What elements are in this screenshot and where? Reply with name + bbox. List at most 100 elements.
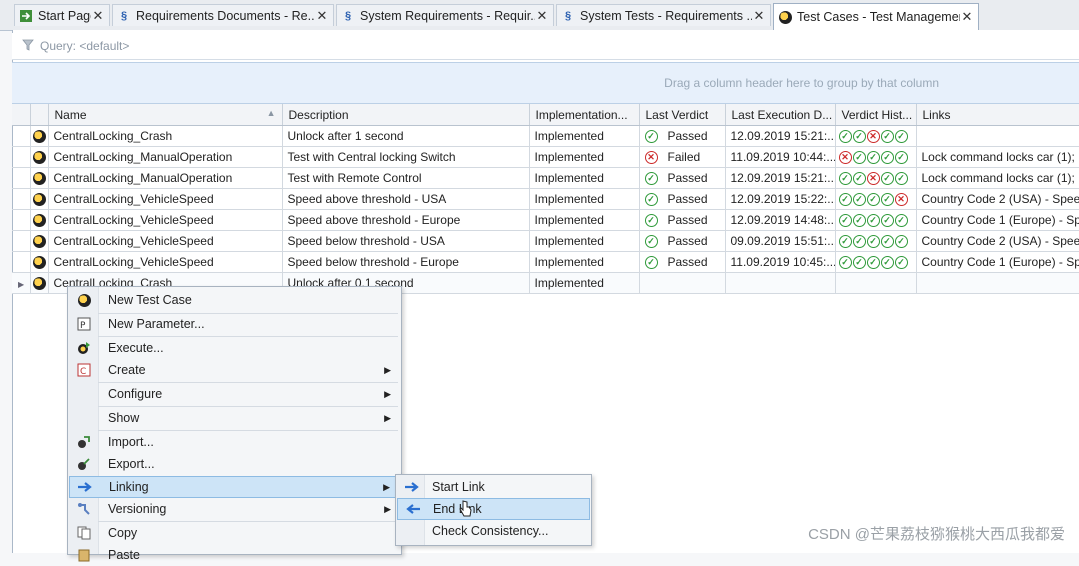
close-icon[interactable]: ✕ (91, 8, 105, 24)
row-selector[interactable] (12, 230, 31, 252)
table-row[interactable]: CentralLocking_ManualOperation Test with … (12, 167, 1079, 189)
row-selector[interactable] (12, 188, 31, 210)
cell-last-verdict[interactable]: ✓ Passed (639, 188, 726, 210)
column-header-verdict-history[interactable]: Verdict Hist... (835, 104, 917, 126)
row-selector[interactable] (12, 146, 31, 168)
menu-item-copy[interactable]: Copy (69, 522, 400, 544)
menu-item-configure[interactable]: Configure ▶ (69, 383, 400, 405)
cell-description[interactable]: Test with Central locking Switch (282, 146, 530, 168)
query-bar[interactable]: Query: <default> (12, 33, 1079, 60)
cell-implementation[interactable]: Implemented (529, 209, 640, 231)
cell-last-execution[interactable]: 12.09.2019 15:21:... (725, 167, 836, 189)
row-selector[interactable] (12, 209, 31, 231)
cell-description[interactable]: Speed below threshold - USA (282, 230, 530, 252)
cell-links[interactable]: Country Code 1 (Europe) - Spe (916, 209, 1079, 231)
table-row[interactable]: CentralLocking_ManualOperation Test with … (12, 146, 1079, 168)
cell-verdict-history[interactable]: ✓ ✓ ✕ ✓ ✓ (835, 125, 917, 147)
cell-verdict-history[interactable] (835, 272, 917, 294)
table-row[interactable]: CentralLocking_Crash Unlock after 1 secon… (12, 125, 1079, 147)
cell-last-execution[interactable]: 12.09.2019 15:21:... (725, 125, 836, 147)
menu-item-create[interactable]: C Create ▶ (69, 359, 400, 381)
cell-links[interactable]: Lock command locks car (1); U (916, 167, 1079, 189)
tab-test-cases[interactable]: Test Cases - Test Management ✕ (773, 3, 979, 30)
cell-implementation[interactable]: Implemented (529, 188, 640, 210)
menu-item-check-consistency[interactable]: Check Consistency... (397, 520, 590, 542)
close-icon[interactable]: ✕ (535, 8, 549, 24)
cell-last-execution[interactable]: 11.09.2019 10:44:... (725, 146, 836, 168)
column-header-last-execution[interactable]: Last Execution D... (725, 104, 836, 126)
table-row[interactable]: CentralLocking_VehicleSpeed Speed below t… (12, 251, 1079, 273)
menu-item-new-test-case[interactable]: New Test Case (69, 289, 400, 311)
cell-name[interactable]: CentralLocking_VehicleSpeed (48, 251, 283, 273)
close-icon[interactable]: ✕ (960, 9, 974, 25)
cell-verdict-history[interactable]: ✓ ✓ ✕ ✓ ✓ (835, 167, 917, 189)
cell-last-verdict[interactable]: ✓ Passed (639, 125, 726, 147)
menu-item-show[interactable]: Show ▶ (69, 407, 400, 429)
cell-description[interactable]: Unlock after 1 second (282, 125, 530, 147)
cell-links[interactable]: Country Code 1 (Europe) - Spe (916, 251, 1079, 273)
cell-links[interactable] (916, 272, 1079, 294)
menu-item-linking[interactable]: Linking ▶ (69, 476, 400, 498)
tab-start-page[interactable]: Start Page ✕ (14, 4, 110, 26)
column-header-name[interactable]: Name ▲ (48, 104, 283, 126)
cell-last-verdict[interactable]: ✓ Passed (639, 167, 726, 189)
tab-system-tests[interactable]: § System Tests - Requirements ... ✕ (556, 4, 771, 26)
cell-implementation[interactable]: Implemented (529, 167, 640, 189)
cell-last-verdict[interactable] (639, 272, 726, 294)
cell-last-verdict[interactable]: ✓ Passed (639, 251, 726, 273)
cell-verdict-history[interactable]: ✓ ✓ ✓ ✓ ✓ (835, 209, 917, 231)
row-selector[interactable] (12, 125, 31, 147)
cell-last-execution[interactable]: 12.09.2019 15:22:... (725, 188, 836, 210)
tab-requirements-documents[interactable]: § Requirements Documents - Re... ✕ (112, 4, 334, 26)
column-header-description[interactable]: Description (282, 104, 530, 126)
menu-item-new-parameter[interactable]: P New Parameter... (69, 313, 400, 335)
menu-item-export[interactable]: Export... (69, 453, 400, 475)
cell-description[interactable]: Test with Remote Control (282, 167, 530, 189)
row-selector[interactable] (12, 167, 31, 189)
cell-last-execution[interactable]: 09.09.2019 15:51:... (725, 230, 836, 252)
cell-description[interactable]: Speed above threshold - Europe (282, 209, 530, 231)
cell-last-execution[interactable]: 12.09.2019 14:48:... (725, 209, 836, 231)
menu-item-paste[interactable]: Paste (69, 544, 400, 566)
cell-last-execution[interactable] (725, 272, 836, 294)
menu-item-start-link[interactable]: Start Link (397, 476, 590, 498)
cell-last-execution[interactable]: 11.09.2019 10:45:... (725, 251, 836, 273)
column-header-implementation[interactable]: Implementation... (529, 104, 640, 126)
cell-name[interactable]: CentralLocking_VehicleSpeed (48, 230, 283, 252)
cell-implementation[interactable]: Implemented (529, 230, 640, 252)
column-header-links[interactable]: Links (916, 104, 1079, 126)
cell-name[interactable]: CentralLocking_ManualOperation (48, 167, 283, 189)
menu-item-import[interactable]: Import... (69, 431, 400, 453)
cell-links[interactable]: Country Code 2 (USA) - Speed (916, 230, 1079, 252)
group-by-bar[interactable]: Drag a column header here to group by th… (12, 62, 1079, 104)
table-row[interactable]: CentralLocking_VehicleSpeed Speed above t… (12, 188, 1079, 210)
menu-item-end-link[interactable]: End Link (397, 498, 590, 520)
cell-implementation[interactable]: Implemented (529, 272, 640, 294)
cell-implementation[interactable]: Implemented (529, 251, 640, 273)
cell-last-verdict[interactable]: ✓ Passed (639, 230, 726, 252)
cell-links[interactable]: Lock command locks car (1); U (916, 146, 1079, 168)
column-header-last-verdict[interactable]: Last Verdict (639, 104, 726, 126)
cell-verdict-history[interactable]: ✓ ✓ ✓ ✓ ✕ (835, 188, 917, 210)
table-row[interactable]: CentralLocking_VehicleSpeed Speed below t… (12, 230, 1079, 252)
cell-description[interactable]: Speed below threshold - Europe (282, 251, 530, 273)
cell-verdict-history[interactable]: ✓ ✓ ✓ ✓ ✓ (835, 251, 917, 273)
table-row[interactable]: CentralLocking_VehicleSpeed Speed above t… (12, 209, 1079, 231)
menu-item-execute[interactable]: Execute... (69, 337, 400, 359)
cell-links[interactable]: Country Code 2 (USA) - Speed (916, 188, 1079, 210)
menu-item-versioning[interactable]: Versioning ▶ (69, 498, 400, 520)
cell-last-verdict[interactable]: ✓ Passed (639, 209, 726, 231)
cell-links[interactable] (916, 125, 1079, 147)
close-icon[interactable]: ✕ (752, 8, 766, 24)
row-selector[interactable] (12, 251, 31, 273)
tab-system-requirements[interactable]: § System Requirements - Requir... ✕ (336, 4, 554, 26)
cell-name[interactable]: CentralLocking_Crash (48, 125, 283, 147)
cell-verdict-history[interactable]: ✓ ✓ ✓ ✓ ✓ (835, 230, 917, 252)
cell-verdict-history[interactable]: ✕ ✓ ✓ ✓ ✓ (835, 146, 917, 168)
cell-implementation[interactable]: Implemented (529, 146, 640, 168)
close-icon[interactable]: ✕ (315, 8, 329, 24)
cell-description[interactable]: Speed above threshold - USA (282, 188, 530, 210)
cell-name[interactable]: CentralLocking_VehicleSpeed (48, 188, 283, 210)
cell-last-verdict[interactable]: ✕ Failed (639, 146, 726, 168)
row-selector[interactable]: ▶ (12, 272, 31, 294)
